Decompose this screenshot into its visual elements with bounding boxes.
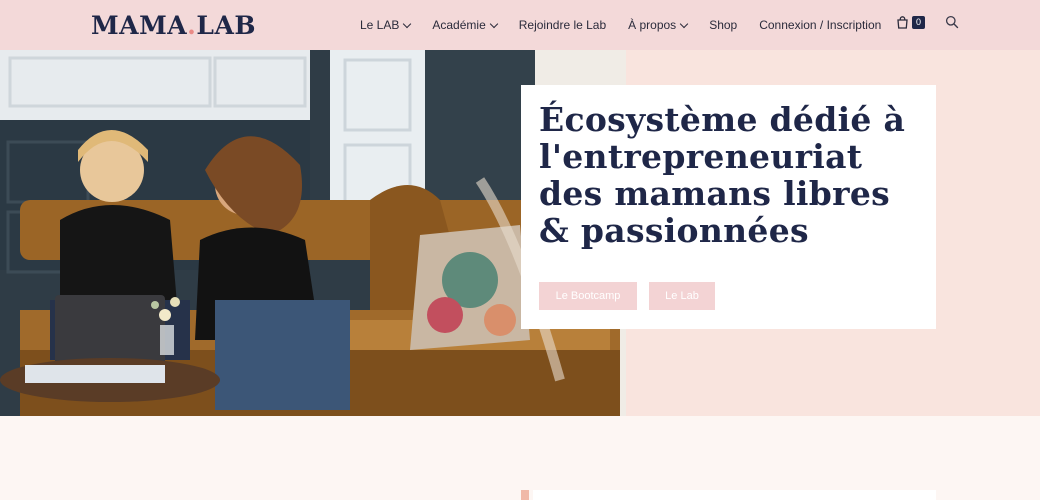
logo-text-end: LAB — [196, 11, 256, 40]
search-button[interactable] — [945, 15, 959, 34]
bootcamp-button[interactable]: Le Bootcamp — [539, 282, 637, 310]
hero-card: Écosystème dédié à l'entrepreneuriat des… — [521, 85, 936, 329]
nav-item-academie[interactable]: Académie — [432, 18, 498, 32]
chevron-down-icon — [403, 19, 412, 28]
next-section-card — [533, 490, 936, 500]
nav-label: Le LAB — [360, 18, 400, 32]
accent-bar — [521, 490, 529, 500]
hero-title: Écosystème dédié à l'entrepreneuriat des… — [539, 100, 906, 250]
lab-button[interactable]: Le Lab — [649, 282, 715, 310]
logo-dot: . — [187, 11, 197, 40]
nav-item-a-propos[interactable]: À propos — [628, 18, 689, 32]
nav-item-connexion[interactable]: Connexion / Inscription — [759, 18, 881, 32]
cart-count-badge: 0 — [912, 16, 925, 29]
chevron-down-icon — [679, 19, 689, 28]
shopping-bag-icon — [897, 16, 908, 29]
nav-label: Académie — [432, 18, 486, 32]
chevron-down-icon — [489, 19, 498, 28]
main-navigation: Le LAB Académie Rejoindre le Lab À propo… — [360, 0, 903, 50]
search-icon — [945, 15, 959, 29]
nav-label: Connexion / Inscription — [759, 18, 882, 32]
nav-item-shop[interactable]: Shop — [709, 18, 737, 32]
logo-text-main: MAMA — [91, 11, 188, 40]
nav-item-rejoindre[interactable]: Rejoindre le Lab — [519, 18, 606, 32]
nav-label: Rejoindre le Lab — [518, 18, 607, 32]
cart-button[interactable]: 0 — [896, 16, 925, 29]
nav-label: Shop — [709, 18, 738, 32]
site-logo[interactable]: MAMA.LAB — [91, 12, 256, 40]
next-section — [0, 416, 1040, 500]
nav-label: À propos — [628, 18, 677, 32]
site-header: MAMA.LAB Le LAB Académie Rejoindre le La… — [0, 0, 1040, 50]
nav-item-le-lab[interactable]: Le LAB — [360, 18, 412, 32]
